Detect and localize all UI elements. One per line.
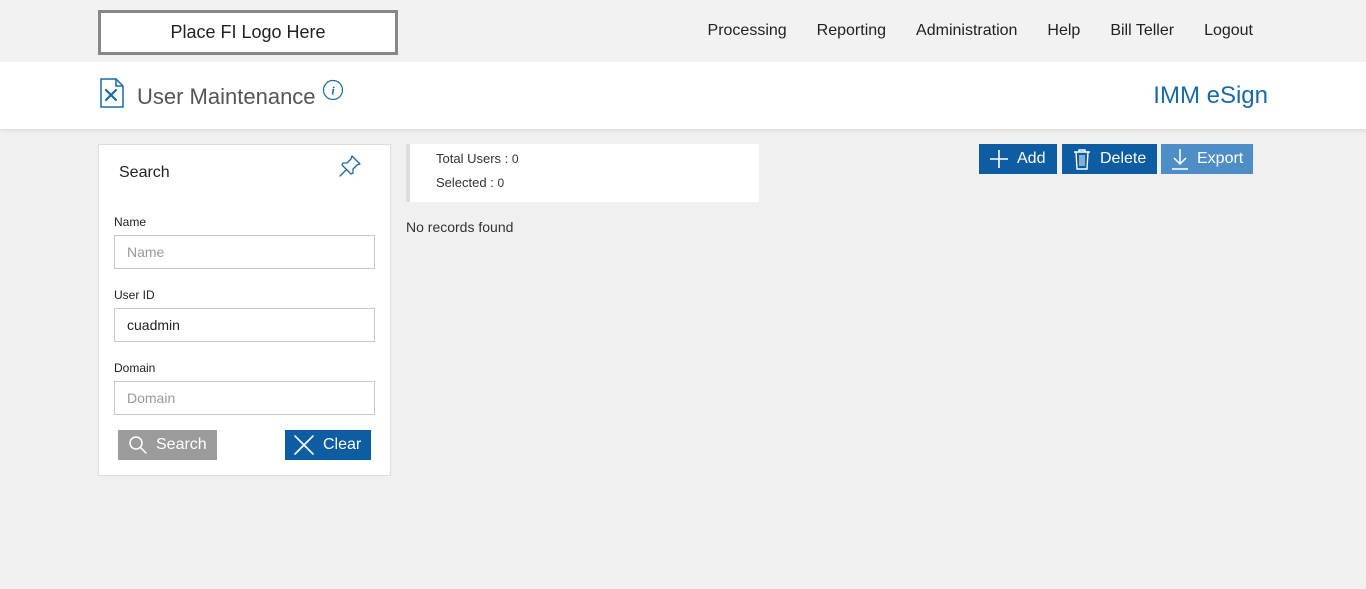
top-bar: Place FI Logo Here Processing Reporting … [0, 0, 1366, 62]
pin-icon[interactable] [337, 153, 363, 179]
domain-input[interactable] [114, 381, 375, 415]
search-icon [129, 436, 147, 454]
add-button[interactable]: Add [979, 144, 1057, 174]
selected-label: Selected : [436, 175, 498, 190]
nav-help[interactable]: Help [1047, 22, 1080, 40]
nav-administration[interactable]: Administration [916, 22, 1017, 40]
user-id-input[interactable] [114, 308, 375, 342]
delete-button[interactable]: Delete [1062, 144, 1157, 174]
nav-processing[interactable]: Processing [708, 22, 787, 40]
export-button-label: Export [1197, 150, 1244, 167]
page-title: User Maintenance [137, 84, 316, 109]
clear-button[interactable]: Clear [285, 430, 371, 460]
selected-users: Selected : 0 [436, 175, 504, 190]
name-input[interactable] [114, 235, 375, 269]
domain-label: Domain [114, 361, 156, 375]
name-label: Name [114, 215, 147, 229]
no-records-message: No records found [406, 219, 514, 235]
search-button[interactable]: Search [118, 430, 217, 460]
search-button-label: Search [156, 436, 207, 453]
close-icon [294, 435, 314, 455]
totals-box: Total Users : 0 Selected : 0 [406, 144, 759, 202]
search-panel-title: Search [119, 164, 170, 181]
nav-logout[interactable]: Logout [1204, 22, 1253, 40]
search-panel: Search Name User ID Domain Search Clear [98, 144, 391, 476]
clear-button-label: Clear [323, 436, 362, 453]
export-button[interactable]: Export [1161, 144, 1253, 174]
total-users-label: Total Users : [436, 151, 512, 166]
total-users-count: 0 [511, 152, 519, 166]
fi-logo-placeholder[interactable]: Place FI Logo Here [98, 10, 398, 55]
nav-user-name[interactable]: Bill Teller [1110, 22, 1174, 40]
download-icon [1172, 149, 1188, 170]
trash-icon [1074, 149, 1090, 170]
info-icon[interactable]: i [322, 79, 344, 101]
delete-button-label: Delete [1100, 150, 1147, 167]
app-name: IMM eSign [1153, 82, 1268, 109]
plus-icon [990, 150, 1008, 168]
total-users: Total Users : 0 [436, 151, 519, 166]
document-tools-icon [100, 78, 124, 108]
selected-count: 0 [497, 176, 505, 190]
nav-reporting[interactable]: Reporting [817, 22, 886, 40]
user-id-label: User ID [114, 288, 155, 302]
add-button-label: Add [1017, 150, 1046, 167]
main-nav: Processing Reporting Administration Help… [708, 22, 1253, 40]
page-header: User Maintenance i IMM eSign [0, 62, 1366, 129]
